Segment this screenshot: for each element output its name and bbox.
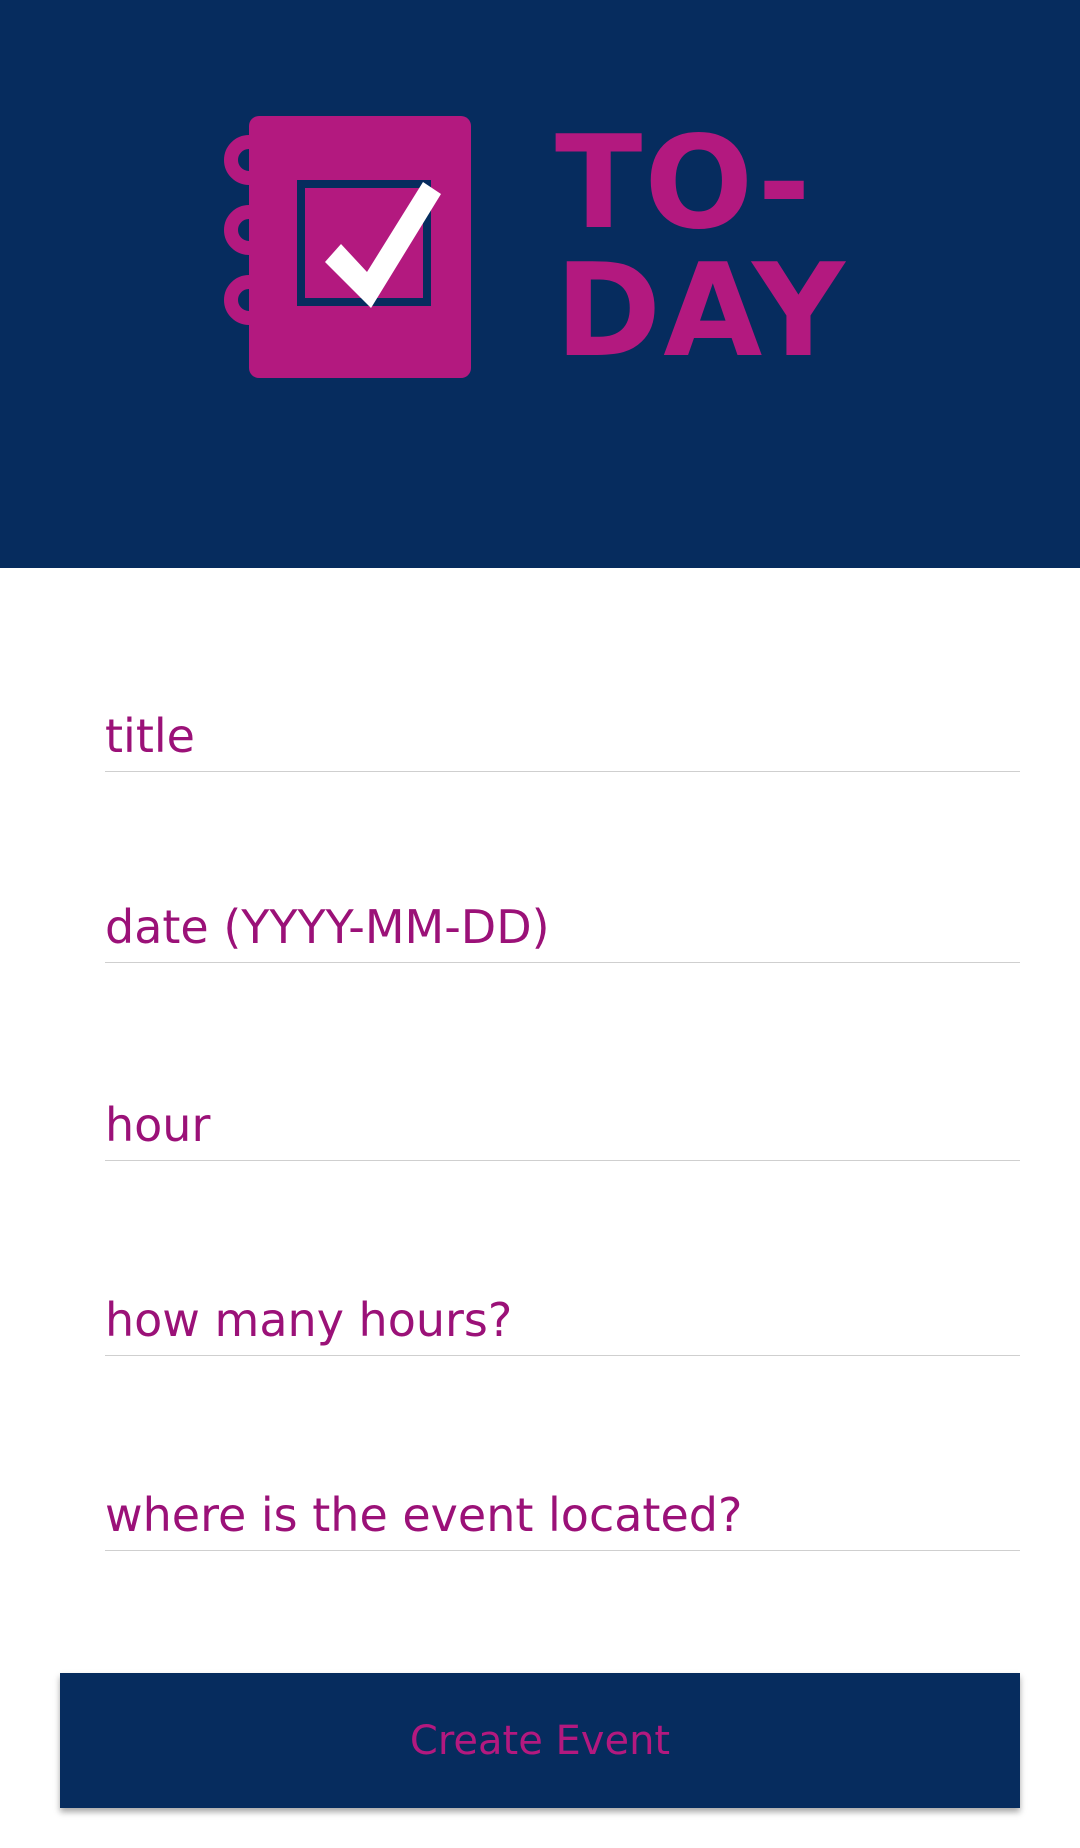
logo-text-line2: DAY — [555, 237, 847, 386]
hour-input[interactable] — [105, 1089, 1020, 1161]
logo-text-line1: TO- — [555, 109, 813, 258]
duration-input[interactable] — [105, 1284, 1020, 1356]
date-input[interactable] — [105, 891, 1020, 963]
app-logo: TO- DAY — [215, 112, 875, 392]
title-input[interactable] — [105, 700, 1020, 772]
create-event-button[interactable]: Create Event — [60, 1673, 1020, 1808]
notebook-checkmark-icon — [224, 116, 471, 378]
location-input[interactable] — [105, 1479, 1020, 1551]
app-header: TO- DAY — [0, 0, 1080, 568]
logo-wordmark: TO- DAY — [555, 120, 847, 376]
